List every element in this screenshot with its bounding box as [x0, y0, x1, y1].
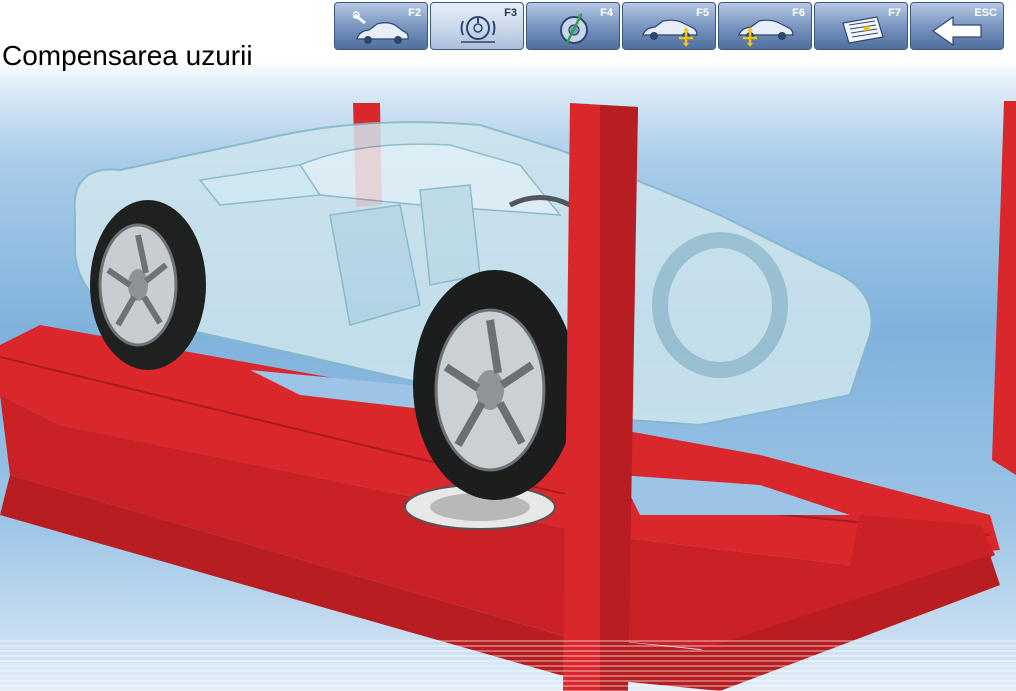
floor-stripes [0, 640, 1016, 691]
car-tools-icon [353, 11, 409, 44]
rear-axle-car-icon [738, 19, 794, 47]
front-left-wheel [413, 270, 577, 500]
f3-runout-compensation-button[interactable]: F3 [430, 2, 524, 50]
f2-vehicle-button[interactable]: F2 [334, 2, 428, 50]
wheel-alignment-icon [560, 13, 588, 44]
rear-left-wheel [90, 200, 206, 370]
f5-front-axle-button[interactable]: F5 [622, 2, 716, 50]
back-arrow-icon [931, 15, 982, 47]
lift-car-scene [0, 101, 1016, 691]
esc-back-button[interactable]: ESC [910, 2, 1004, 50]
front-axle-car-icon [642, 19, 698, 47]
f6-rear-axle-button[interactable]: F6 [718, 2, 812, 50]
printer-report-icon [842, 16, 884, 44]
f4-alignment-button[interactable]: F4 [526, 2, 620, 50]
f7-print-report-button[interactable]: F7 [814, 2, 908, 50]
toolbar: F2 F3 F4 F5 F6 F7 ESC [334, 2, 1004, 52]
runout-compensation-icon [460, 16, 496, 43]
page-title: Compensarea uzurii [2, 40, 253, 71]
rear-right-post [992, 101, 1016, 475]
